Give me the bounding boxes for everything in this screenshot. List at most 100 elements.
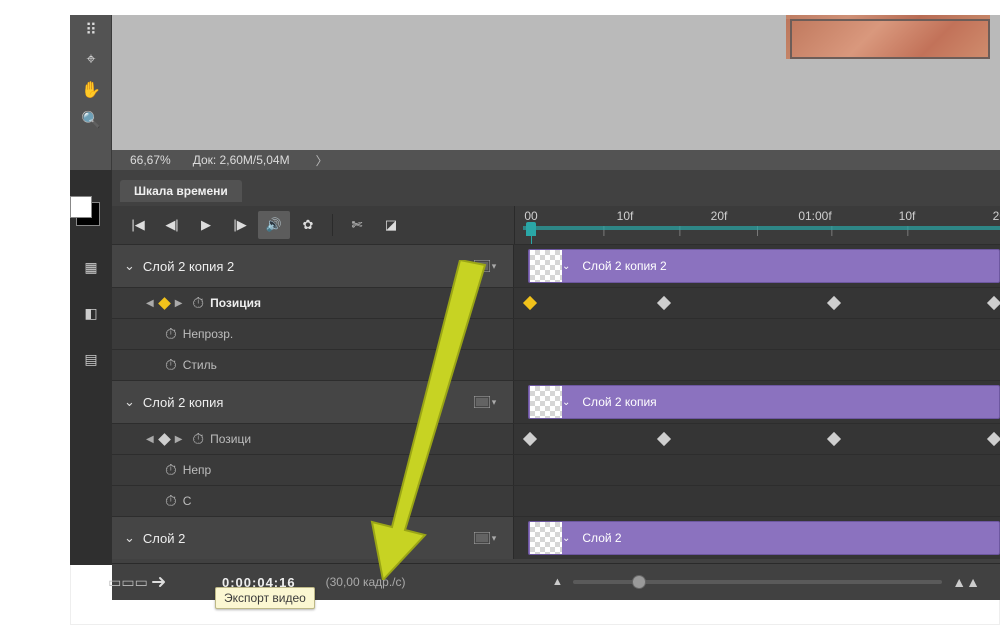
video-clip[interactable]: ⌄ Слой 2 (528, 521, 1000, 555)
video-clip[interactable]: ⌄ Слой 2 копия (528, 385, 1000, 419)
chevron-down-icon[interactable]: ⌄ (562, 533, 570, 544)
timeline-tracks: ⌄ Слой 2 копия 2 ⌄ Слой 2 копия 2 (112, 244, 1000, 564)
property-name: Позици (210, 432, 251, 446)
swatches-icon[interactable] (76, 202, 100, 226)
frame-animation-mode-button[interactable]: ▭▭▭ (112, 569, 144, 595)
tooltip-text: Экспорт видео (224, 591, 306, 605)
filmstrip-icon[interactable] (473, 258, 497, 274)
tool-slot[interactable]: ⌖ (70, 45, 112, 75)
ruler-tick-label: 01:00f (798, 209, 831, 223)
next-keyframe-icon[interactable]: ▶ (175, 434, 183, 445)
twirl-down-icon[interactable]: ⌄ (124, 258, 135, 274)
clip-thumbnail (530, 386, 562, 418)
next-keyframe-icon[interactable]: ▶ (175, 298, 183, 309)
ruler-tick-label: 20f (711, 209, 728, 223)
layer-row[interactable]: ⌄ Слой 2 ⌄ Слой 2 (112, 516, 1000, 559)
ruler-tick-label: 10f (899, 209, 916, 223)
tool-slot[interactable]: ⠿ (70, 15, 112, 45)
prev-keyframe-icon[interactable]: ◀ (146, 298, 154, 309)
keyframe-nav[interactable]: ◀ ▶ (146, 434, 182, 445)
add-keyframe-icon[interactable] (158, 297, 171, 310)
stopwatch-icon[interactable]: ⏱ (165, 357, 177, 374)
ruler-tick-label: 00 (524, 209, 537, 223)
zoom-track[interactable] (573, 580, 942, 584)
keyframe-lane[interactable] (514, 288, 1000, 318)
keyframe-diamond-icon[interactable] (987, 432, 1000, 446)
keyframe-nav[interactable]: ◀ ▶ (146, 298, 182, 309)
panel-icon[interactable]: ◧ (80, 302, 102, 324)
property-name: С (183, 494, 192, 508)
filmstrip-icon[interactable] (473, 394, 497, 410)
tooltip-export-video: Экспорт видео (215, 587, 315, 609)
keyframe-diamond-icon[interactable] (657, 432, 671, 446)
keyframe-diamond-icon[interactable] (523, 296, 537, 310)
ruler-tick-label: 20f (993, 209, 1000, 223)
chevron-down-icon[interactable]: ⌄ (562, 261, 570, 272)
left-panel-dock: ▦ ◧ ▤ (70, 170, 113, 565)
timeline-tab[interactable]: Шкала времени (120, 180, 242, 202)
layer-name[interactable]: Слой 2 (143, 531, 185, 546)
zoom-tool-icon[interactable]: 🔍 (70, 105, 112, 135)
canvas-image-thumbnail (786, 15, 990, 59)
keyframe-lane[interactable] (514, 424, 1000, 454)
layer-name[interactable]: Слой 2 копия (143, 395, 223, 410)
hand-tool-icon[interactable]: ✋ (70, 75, 112, 105)
layer-row[interactable]: ⌄ Слой 2 копия ⌄ Слой 2 копия (112, 380, 1000, 423)
zoom-knob[interactable] (632, 575, 646, 589)
property-row[interactable]: ⏱ Непр (112, 454, 1000, 485)
keyframe-diamond-icon[interactable] (827, 296, 841, 310)
video-clip[interactable]: ⌄ Слой 2 копия 2 (528, 249, 1000, 283)
toolbar-separator (332, 214, 333, 236)
chevron-right-icon[interactable]: 〉 (316, 152, 328, 169)
property-row[interactable]: ⏱ С (112, 485, 1000, 516)
settings-button[interactable]: ✿ (292, 211, 324, 239)
keyframe-diamond-icon[interactable] (657, 296, 671, 310)
twirl-down-icon[interactable]: ⌄ (124, 530, 135, 546)
property-name: Позиция (210, 296, 261, 310)
property-row[interactable]: ⏱ Стиль (112, 349, 1000, 380)
doc-size-info: Док: 2,60M/5,04M (193, 153, 290, 167)
stopwatch-icon[interactable]: ⏱ (165, 462, 177, 479)
clip-thumbnail (530, 522, 562, 554)
filmstrip-icon[interactable] (473, 530, 497, 546)
prev-keyframe-icon[interactable]: ◀ (146, 434, 154, 445)
layer-row[interactable]: ⌄ Слой 2 копия 2 ⌄ Слой 2 копия 2 (112, 244, 1000, 287)
step-back-button[interactable]: ◀| (156, 211, 188, 239)
property-row[interactable]: ◀ ▶ ⏱ Позици (112, 423, 1000, 454)
property-name: Непрозр. (183, 327, 234, 341)
time-ruler[interactable]: 00 10f 20f 01:00f 10f 20f (514, 206, 1000, 244)
export-video-button[interactable] (144, 569, 176, 595)
playhead-line (531, 226, 532, 244)
go-first-button[interactable]: |◀ (122, 211, 154, 239)
chevron-down-icon[interactable]: ⌄ (562, 397, 570, 408)
panel-icon[interactable]: ▦ (80, 256, 102, 278)
twirl-down-icon[interactable]: ⌄ (124, 394, 135, 410)
property-name: Непр (183, 463, 212, 477)
document-canvas[interactable] (70, 15, 1000, 167)
property-row[interactable]: ◀ ▶ ⏱ Позиция (112, 287, 1000, 318)
add-keyframe-icon[interactable] (158, 433, 171, 446)
timeline-tab-label: Шкала времени (134, 184, 228, 198)
stopwatch-icon[interactable]: ⏱ (165, 493, 177, 510)
stopwatch-icon[interactable]: ⏱ (165, 326, 177, 343)
stopwatch-icon[interactable]: ⏱ (192, 295, 204, 312)
zoom-out-icon[interactable]: ▲ (552, 576, 563, 588)
panel-icon[interactable]: ▤ (80, 348, 102, 370)
zoom-level[interactable]: 66,67% (130, 153, 171, 167)
stopwatch-icon[interactable]: ⏱ (192, 431, 204, 448)
keyframe-diamond-icon[interactable] (987, 296, 1000, 310)
layer-name[interactable]: Слой 2 копия 2 (143, 259, 234, 274)
clip-label: Слой 2 копия (582, 395, 656, 409)
work-area-bar[interactable] (523, 226, 1000, 230)
keyframe-diamond-icon[interactable] (523, 432, 537, 446)
audio-toggle-button[interactable]: 🔊 (258, 211, 290, 239)
split-clip-button[interactable]: ✄ (341, 211, 373, 239)
keyframe-diamond-icon[interactable] (827, 432, 841, 446)
transition-button[interactable]: ◪ (375, 211, 407, 239)
document-status-bar: 66,67% Док: 2,60M/5,04M 〉 (112, 150, 1000, 170)
play-button[interactable]: ▶ (190, 211, 222, 239)
property-row[interactable]: ⏱ Непрозр. (112, 318, 1000, 349)
timeline-zoom-slider[interactable]: ▲ ▲▲ (552, 570, 980, 594)
zoom-in-icon[interactable]: ▲▲ (952, 574, 980, 590)
step-forward-button[interactable]: |▶ (224, 211, 256, 239)
